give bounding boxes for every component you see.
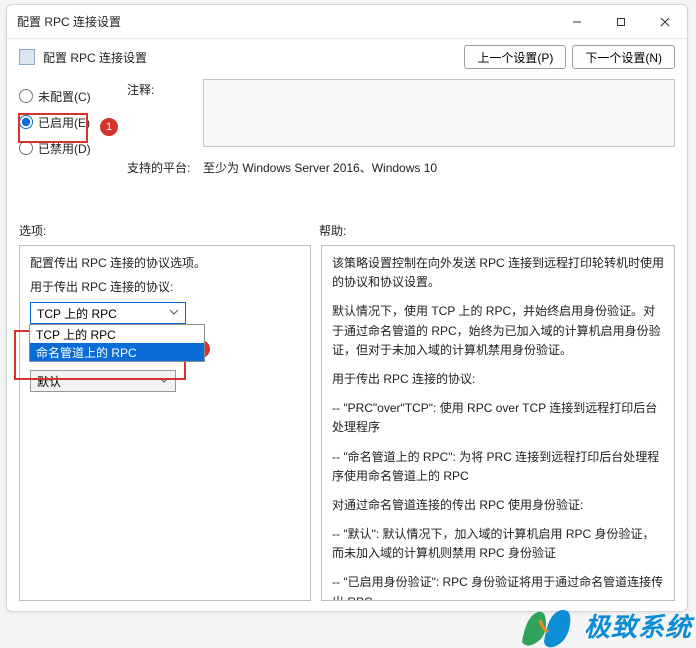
protocol-dropdown: TCP 上的 RPC 命名管道上的 RPC <box>29 324 205 362</box>
radio-not-configured-input[interactable] <box>19 89 33 103</box>
radio-disabled-input[interactable] <box>19 141 33 155</box>
dropdown-item-tcp[interactable]: TCP 上的 RPC <box>30 325 204 343</box>
minimize-button[interactable] <box>555 7 599 37</box>
radio-disabled[interactable]: 已禁用(D) <box>19 135 113 161</box>
platform-row: 支持的平台: 至少为 Windows Server 2016、Windows 1… <box>127 157 675 176</box>
protocol-label: 用于传出 RPC 连接的协议: <box>30 278 300 296</box>
help-p2: 默认情况下，使用 TCP 上的 RPC，并始终启用身份验证。对于通过命名管道的 … <box>332 302 664 360</box>
help-p3a: -- "PRC"over"TCP": 使用 RPC over TCP 连接到远程… <box>332 399 664 437</box>
policy-icon <box>19 49 35 65</box>
help-p4a: -- "默认": 默认情况下，加入域的计算机启用 RPC 身份验证，而未加入域的… <box>332 525 664 563</box>
chevron-down-icon <box>159 374 169 388</box>
titlebar: 配置 RPC 连接设置 <box>7 5 687 39</box>
protocol-select[interactable]: TCP 上的 RPC TCP 上的 RPC 命名管道上的 RPC <box>30 302 186 324</box>
radio-enabled[interactable]: 已启用(E) <box>19 109 113 135</box>
dropdown-item-named-pipe[interactable]: 命名管道上的 RPC <box>30 343 204 361</box>
annotation-badge-1: 1 <box>100 118 118 136</box>
auth-selected-text: 默认 <box>37 373 61 390</box>
comment-row: 注释: <box>127 79 675 147</box>
close-icon <box>660 17 670 27</box>
options-desc: 配置传出 RPC 连接的协议选项。 <box>30 254 300 272</box>
help-p3b: -- "命名管道上的 RPC": 为将 PRC 连接到远程打印后台处理程序使用命… <box>332 448 664 486</box>
options-label: 选项: <box>19 222 319 239</box>
info-column: 注释: 支持的平台: 至少为 Windows Server 2016、Windo… <box>127 79 675 176</box>
state-radios: 未配置(C) 已启用(E) 已禁用(D) <box>19 79 113 176</box>
protocol-selected-text: TCP 上的 RPC <box>37 305 117 322</box>
radio-enabled-input[interactable] <box>19 115 33 129</box>
pane-labels: 选项: 帮助: <box>7 176 687 243</box>
minimize-icon <box>572 17 582 27</box>
nav-buttons: 上一个设置(P) 下一个设置(N) <box>464 45 675 69</box>
title-label: 配置 RPC 连接设置 <box>17 13 121 30</box>
maximize-button[interactable] <box>599 7 643 37</box>
watermark-logo-icon <box>512 602 578 648</box>
help-p3: 用于传出 RPC 连接的协议: <box>332 370 664 389</box>
platform-label: 支持的平台: <box>127 157 193 176</box>
header-title: 配置 RPC 连接设置 <box>43 49 456 66</box>
help-p1: 该策略设置控制在向外发送 RPC 连接到远程打印轮转机时使用的协议和协议设置。 <box>332 254 664 292</box>
radio-disabled-label: 已禁用(D) <box>38 140 91 157</box>
dialog-window: 配置 RPC 连接设置 配置 RPC 连接设置 上一个设置(P) 下一个设置(N… <box>6 4 688 612</box>
next-setting-button[interactable]: 下一个设置(N) <box>572 45 675 69</box>
window-controls <box>555 7 687 37</box>
protocol-select-display[interactable]: TCP 上的 RPC <box>30 302 186 324</box>
previous-setting-button[interactable]: 上一个设置(P) <box>464 45 566 69</box>
panes: 配置传出 RPC 连接的协议选项。 用于传出 RPC 连接的协议: TCP 上的… <box>7 243 687 611</box>
options-panel: 配置传出 RPC 连接的协议选项。 用于传出 RPC 连接的协议: TCP 上的… <box>19 245 311 601</box>
help-label: 帮助: <box>319 222 675 239</box>
comment-label: 注释: <box>127 79 193 147</box>
close-button[interactable] <box>643 7 687 37</box>
auth-select[interactable]: 默认 <box>30 370 176 392</box>
chevron-down-icon <box>169 306 179 320</box>
radio-enabled-label: 已启用(E) <box>38 114 90 131</box>
help-panel: 该策略设置控制在向外发送 RPC 连接到远程打印轮转机时使用的协议和协议设置。 … <box>321 245 675 601</box>
watermark-text: 极致系统 <box>584 607 692 644</box>
radio-not-configured-label: 未配置(C) <box>38 88 91 105</box>
help-p4b: -- "已启用身份验证": RPC 身份验证将用于通过命名管道连接传出 RPC <box>332 573 664 601</box>
maximize-icon <box>616 17 626 27</box>
help-p4: 对通过命名管道连接的传出 RPC 使用身份验证: <box>332 496 664 515</box>
header-row: 配置 RPC 连接设置 上一个设置(P) 下一个设置(N) <box>7 39 687 75</box>
comment-box[interactable] <box>203 79 675 147</box>
radio-not-configured[interactable]: 未配置(C) <box>19 83 113 109</box>
watermark: 极致系统 <box>512 602 692 648</box>
window-title: 配置 RPC 连接设置 <box>17 13 555 30</box>
platform-value: 至少为 Windows Server 2016、Windows 10 <box>203 157 437 176</box>
